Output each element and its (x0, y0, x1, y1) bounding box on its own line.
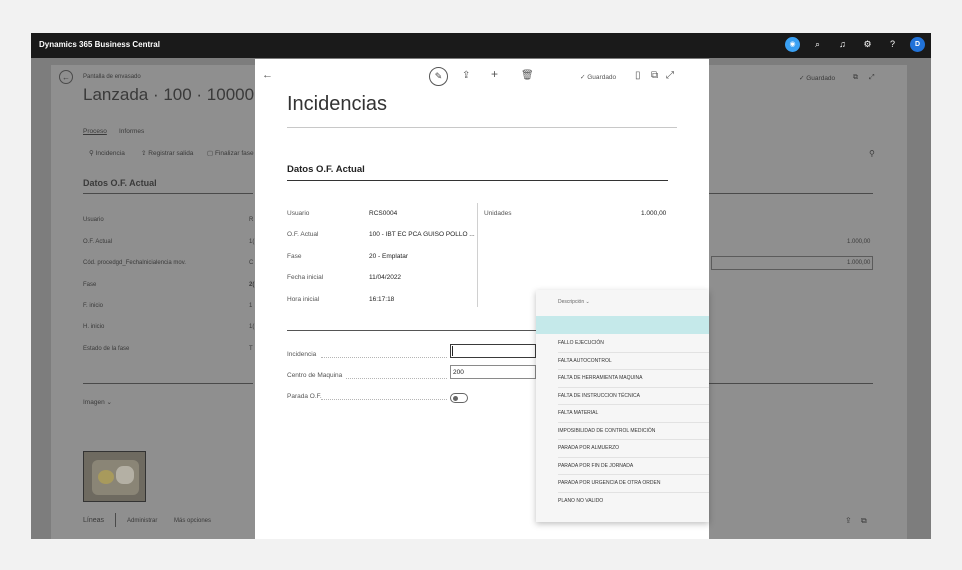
incidencia-input[interactable] (450, 344, 536, 358)
breadcrumb: Pantalla de envasado (83, 74, 141, 80)
field-label: Fase (83, 282, 97, 288)
dropdown-option[interactable]: FALTA DE INSTRUCCION TÉCNICA (558, 388, 709, 405)
hora-inicial-value: 16:17:18 (369, 296, 395, 303)
tab-mas-opciones[interactable]: Más opciones (174, 518, 211, 524)
text-cursor (452, 346, 453, 356)
app-title: Dynamics 365 Business Central (39, 40, 160, 49)
incidencia-action[interactable]: ⚲ Incidencia (89, 149, 125, 157)
help-icon[interactable]: ? (885, 36, 900, 52)
centro-maquina-label: Centro de Maquina (287, 372, 343, 379)
field-value: 1( (249, 239, 255, 245)
dropdown-option[interactable]: PARADA POR FIN DE JORNADA (558, 458, 709, 475)
fase-label: Fase (287, 253, 302, 260)
tab-informes[interactable]: Informes (119, 128, 144, 135)
registrar-salida-action[interactable]: ⇪ Registrar salida (141, 149, 193, 157)
dropdown-option[interactable]: PARADA POR URGENCIA DE OTRA ORDEN (558, 475, 709, 493)
parada-of-toggle[interactable] (450, 393, 468, 403)
saved-status: ✓ Guardado (580, 74, 617, 81)
saved-status: ✓ Guardado (799, 75, 836, 82)
fecha-inicial-value: 11/04/2022 (369, 274, 402, 281)
field-label: O.F. Actual (83, 239, 113, 245)
tab-proceso[interactable]: Proceso (83, 128, 107, 135)
section-title: Datos O.F. Actual (287, 164, 365, 175)
field-value: T (249, 346, 253, 352)
app-window: Dynamics 365 Business Central ◉ ⌕ ♫ ⚙ ? … (31, 33, 931, 539)
back-arrow-icon[interactable]: ← (59, 70, 73, 84)
gear-icon[interactable]: ⚙ (860, 36, 875, 52)
hora-inicial-label: Hora inicial (287, 296, 320, 303)
product-image (83, 451, 146, 502)
dropdown-option[interactable]: FALTA MATERIAL (558, 405, 709, 423)
pin-icon[interactable]: ⚲ (869, 149, 875, 158)
bell-icon[interactable]: ♫ (835, 36, 850, 52)
image-label[interactable]: Imagen ⌄ (83, 398, 112, 406)
dropdown-option-empty[interactable] (536, 316, 709, 334)
open-new-window-icon[interactable]: ⧉ (651, 70, 658, 81)
fecha-inicial-label: Fecha inicial (287, 274, 324, 281)
field-label: Cód. procedgd_Fechalnicialencia mov. (83, 260, 186, 266)
bookmark-icon[interactable]: ▯ (635, 70, 641, 81)
field-label: F. inicio (83, 303, 104, 309)
edit-icon[interactable]: ✎ (429, 67, 448, 86)
dropdown-option[interactable]: FALLO EJECUCIÓN (558, 335, 709, 353)
of-actual-value: 100 - IBT EC PCA GUISO POLLO ... (369, 231, 475, 238)
section-title: Datos O.F. Actual (83, 178, 157, 188)
share-icon[interactable]: ⇪ (462, 70, 470, 81)
parada-of-label: Parada O.F. (287, 393, 322, 400)
field-label: Estado de la fase (83, 346, 130, 352)
dialog-title: Incidencias (287, 93, 388, 115)
field-value: 1( (249, 324, 255, 330)
dropdown-option[interactable]: FALTA AUTOCONTROL (558, 353, 709, 370)
unidades-value: 1.000,00 (641, 210, 667, 217)
centro-maquina-input[interactable]: 200 (450, 365, 536, 379)
expand-icon[interactable]: ⤢ (869, 74, 875, 82)
open-new-window-icon[interactable]: ⧉ (853, 74, 858, 82)
right-value: 1.000,00 (847, 260, 871, 266)
tab-lineas[interactable]: Líneas (83, 517, 104, 524)
unidades-label: Unidades (484, 210, 512, 217)
finalizar-fase-action[interactable]: ▢ Finalizar fase (207, 149, 254, 157)
top-bar: Dynamics 365 Business Central ◉ ⌕ ♫ ⚙ ? … (31, 33, 931, 58)
incidencia-dropdown: Descripción ⌄ FALLO EJECUCIÓN FALTA AUTO… (536, 290, 709, 522)
add-icon[interactable]: + (491, 67, 498, 81)
dropdown-option[interactable]: FALTA DE HERRAMIENTA MAQUINA (558, 370, 709, 388)
delete-icon[interactable]: 🗑 (521, 70, 534, 81)
back-arrow-icon[interactable]: ← (262, 69, 273, 81)
descripcion-column-header[interactable]: Descripción ⌄ (558, 299, 590, 305)
incidencias-dialog: ← ✎ ⇪ + 🗑 ✓ Guardado ▯ ⧉ ⤢ Incidencias D… (255, 59, 709, 539)
right-value: 1.000,00 (847, 239, 871, 245)
usuario-label: Usuario (287, 210, 310, 217)
dropdown-option[interactable]: IMPOSIBILIDAD DE CONTROL MEDICIÓN (558, 423, 709, 440)
usuario-value: RCS0004 (369, 210, 398, 217)
field-value: C (249, 260, 254, 266)
field-value: 1 (249, 303, 253, 309)
search-icon[interactable]: ⌕ (810, 36, 825, 52)
dropdown-option[interactable]: PLANO NO VALIDO (558, 493, 709, 511)
field-value: R (249, 217, 254, 223)
of-actual-label: O.F. Actual (287, 231, 319, 238)
top-bar-icons: ◉ ⌕ ♫ ⚙ ? D (785, 36, 925, 52)
share-icon[interactable]: ⇪ (845, 516, 852, 525)
copilot-icon[interactable]: ◉ (785, 36, 800, 52)
expand-icon[interactable]: ⤢ (666, 70, 674, 81)
expand-icon[interactable]: ⧉ (861, 516, 867, 526)
fase-value: 20 - Emplatar (369, 253, 409, 260)
field-value: 2( (249, 282, 255, 288)
avatar[interactable]: D (910, 36, 925, 52)
field-label: H. inicio (83, 324, 105, 330)
incidencia-label: Incidencia (287, 351, 317, 358)
tab-administrar[interactable]: Administrar (127, 518, 157, 524)
field-label: Usuario (83, 217, 104, 223)
dropdown-option[interactable]: PARADA POR ALMUERZO (558, 440, 709, 458)
